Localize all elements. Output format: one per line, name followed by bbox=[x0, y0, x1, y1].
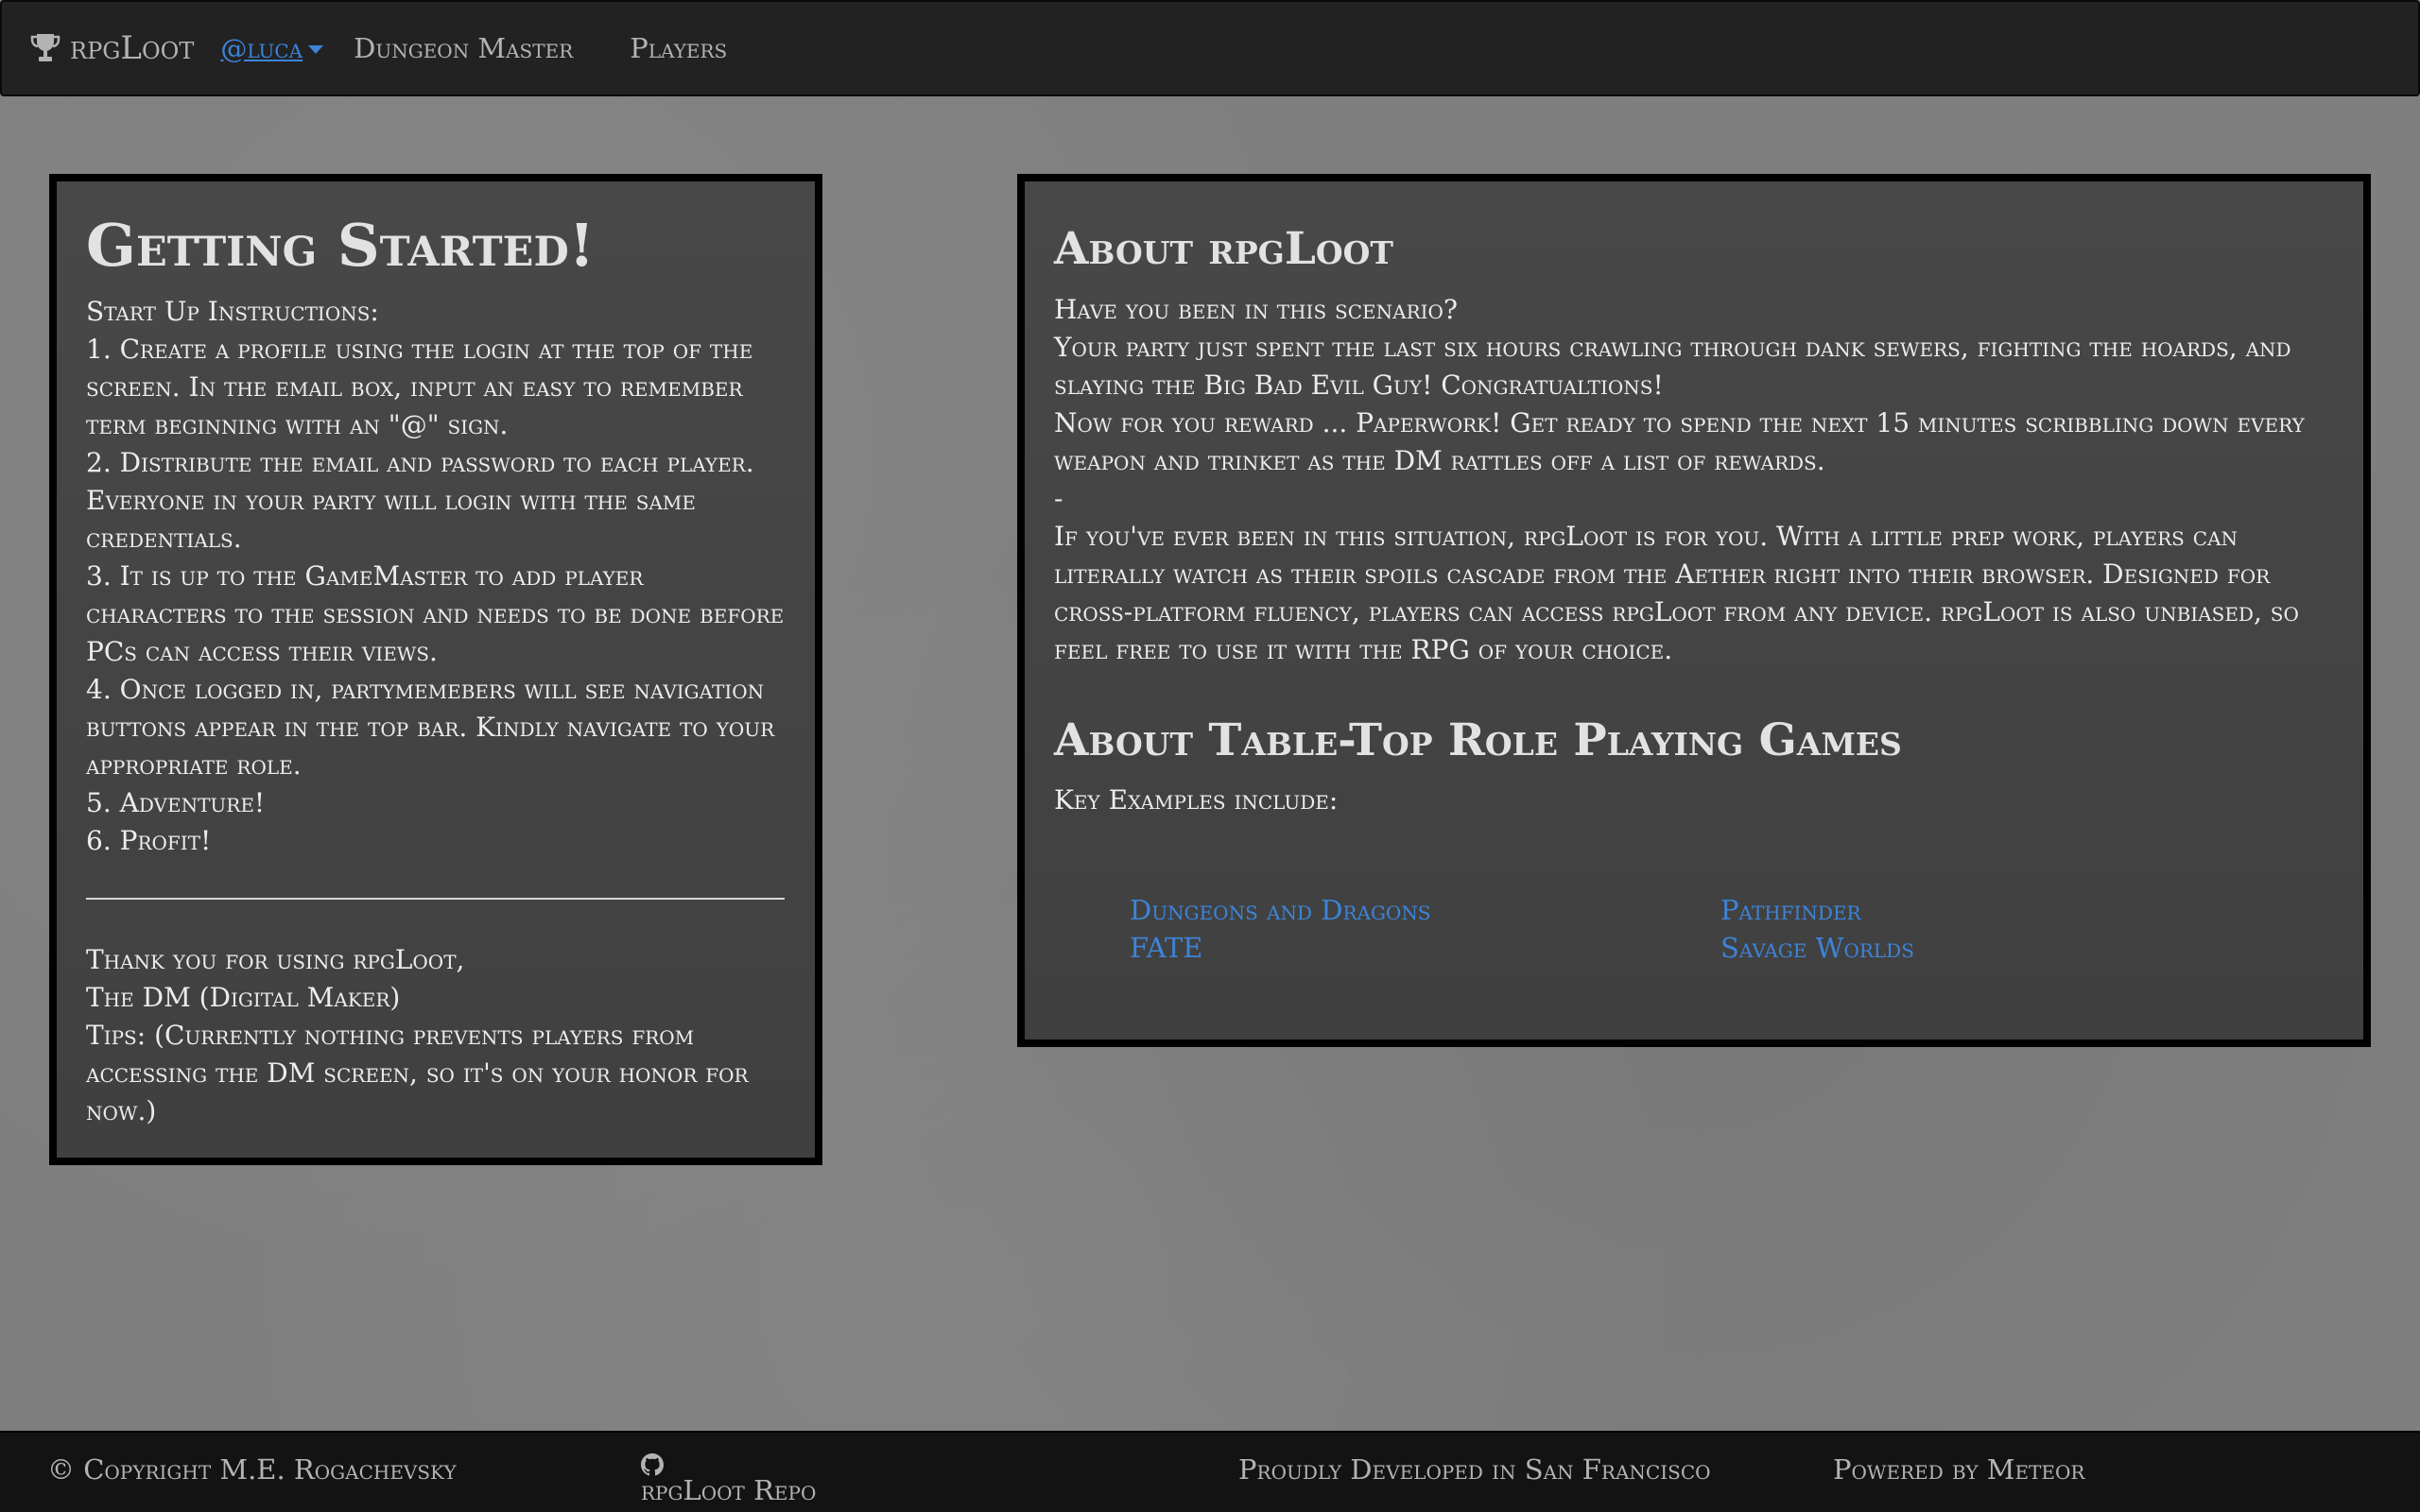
nav-players[interactable]: Players bbox=[630, 32, 727, 64]
instruction-step: 5. Adventure! bbox=[86, 787, 266, 819]
footer: © Copyright M.E. Rogachevsky rpgLoot Rep… bbox=[0, 1431, 2420, 1512]
getting-started-title: Getting Started! bbox=[86, 211, 595, 280]
about-text: Have you been in this scenario? Your par… bbox=[1054, 291, 2333, 669]
link-dungeons-and-dragons[interactable]: Dungeons and Dragons bbox=[1130, 891, 1720, 929]
instruction-step: 6. Profit! bbox=[86, 825, 212, 857]
instructions-heading: Start Up Instructions: bbox=[86, 296, 379, 328]
footer-repo-label: rpgLoot Repo bbox=[641, 1474, 817, 1506]
trophy-icon bbox=[30, 34, 60, 61]
tips-line: Tips: (Currently nothing prevents player… bbox=[86, 1020, 749, 1127]
game-links: Dungeons and Dragons Pathfinder FATE Sav… bbox=[1130, 891, 2333, 967]
footer-powered: Powered by Meteor bbox=[1833, 1453, 2085, 1486]
getting-started-panel: Getting Started! Start Up Instructions: … bbox=[49, 174, 822, 1165]
closing-line: Thank you for using rpgLoot, bbox=[86, 944, 465, 976]
link-savage-worlds[interactable]: Savage Worlds bbox=[1720, 929, 2099, 967]
about-separator: - bbox=[1054, 482, 1063, 514]
about-line: If you've ever been in this situation, r… bbox=[1054, 520, 2299, 665]
about-panel: About rpgLoot Have you been in this scen… bbox=[1017, 174, 2371, 1047]
about-line: Have you been in this scenario? bbox=[1054, 293, 1458, 325]
instruction-step: 1. Create a profile using the login at t… bbox=[86, 334, 753, 441]
link-fate[interactable]: FATE bbox=[1130, 929, 1720, 967]
instructions: Start Up Instructions: 1. Create a profi… bbox=[86, 293, 785, 860]
about-line: Your party just spent the last six hours… bbox=[1054, 331, 2291, 401]
nav-dungeon-master[interactable]: Dungeon Master bbox=[354, 32, 573, 64]
divider bbox=[86, 898, 785, 901]
closing-note: Thank you for using rpgLoot, The DM (Dig… bbox=[86, 941, 785, 1130]
footer-location: Proudly Developed in San Francisco bbox=[1238, 1453, 1711, 1486]
link-pathfinder[interactable]: Pathfinder bbox=[1720, 891, 2099, 929]
caret-down-icon bbox=[308, 44, 324, 54]
about-title: About rpgLoot bbox=[1054, 223, 1393, 275]
instruction-step: 2. Distribute the email and password to … bbox=[86, 447, 754, 555]
github-icon bbox=[641, 1453, 664, 1476]
instruction-step: 4. Once logged in, partymemebers will se… bbox=[86, 674, 775, 782]
brand-name: rpgLoot bbox=[70, 29, 195, 67]
user-name: @luca bbox=[220, 32, 303, 64]
brand-link[interactable]: rpgLoot bbox=[30, 29, 194, 67]
footer-repo-link[interactable]: rpgLoot Repo bbox=[641, 1453, 816, 1506]
about-line: Now for you reward ... Paperwork! Get re… bbox=[1054, 406, 2305, 476]
instruction-step: 3. It is up to the GameMaster to add pla… bbox=[86, 560, 785, 668]
closing-line: The DM (Digital Maker) bbox=[86, 982, 401, 1014]
ttrpg-title: About Table-Top Role Playing Games bbox=[1054, 713, 1902, 766]
ttrpg-intro: Key Examples include: bbox=[1054, 784, 1339, 816]
footer-copyright: © Copyright M.E. Rogachevsky bbox=[47, 1453, 457, 1486]
user-dropdown[interactable]: @luca bbox=[220, 32, 324, 64]
top-navbar: rpgLoot @luca Dungeon Master Players bbox=[0, 0, 2420, 96]
